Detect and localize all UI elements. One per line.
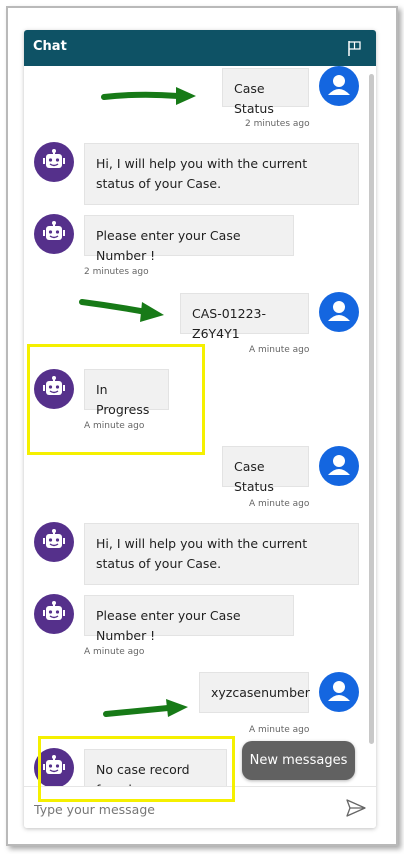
flag-icon[interactable] xyxy=(346,39,364,57)
bot-message-bubble: Please enter your Case Number ! xyxy=(84,595,294,643)
user-message-bubble: xyzcasenumber xyxy=(199,672,310,713)
user-message-bubble: Case Status xyxy=(222,68,309,116)
chat-title: Chat xyxy=(33,39,67,54)
highlight-box xyxy=(27,344,205,455)
send-icon[interactable] xyxy=(346,799,366,817)
message-text: Hi, I will help you with the current sta… xyxy=(96,156,308,191)
message-text: Case Status xyxy=(234,81,274,116)
bot-message-bubble: Hi, I will help you with the current sta… xyxy=(84,143,359,205)
scrollbar-thumb[interactable] xyxy=(369,74,374,744)
user-message-bubble: Case Status xyxy=(222,446,309,494)
bot-avatar-icon xyxy=(34,214,74,254)
message-text: xyzcasenumber xyxy=(211,685,310,700)
bot-avatar-icon xyxy=(34,594,74,634)
message-timestamp: A minute ago xyxy=(249,725,310,735)
message-timestamp: A minute ago xyxy=(249,345,310,355)
message-timestamp: 2 minutes ago xyxy=(245,119,310,129)
user-avatar-icon xyxy=(319,292,359,332)
arrow-annotation xyxy=(79,299,164,322)
message-text: Case Status xyxy=(234,459,274,494)
user-avatar-icon xyxy=(319,446,359,486)
arrow-annotation xyxy=(103,699,188,717)
chat-header: Chat xyxy=(24,30,376,66)
bot-message-bubble: Hi, I will help you with the current sta… xyxy=(84,523,359,585)
message-timestamp: A minute ago xyxy=(249,499,310,509)
user-avatar-icon xyxy=(319,66,359,106)
message-text: Please enter your Case Number ! xyxy=(96,608,241,643)
message-timestamp: 2 minutes ago xyxy=(84,267,149,277)
user-avatar-icon xyxy=(319,672,359,712)
highlight-box xyxy=(38,736,235,802)
user-message-bubble: CAS-01223-Z6Y4Y1 xyxy=(180,293,309,341)
bot-message-bubble: Please enter your Case Number ! xyxy=(84,215,294,263)
message-text: Please enter your Case Number ! xyxy=(96,228,241,263)
message-text: CAS-01223-Z6Y4Y1 xyxy=(192,306,266,341)
bot-avatar-icon xyxy=(34,522,74,562)
message-text: Hi, I will help you with the current sta… xyxy=(96,536,308,571)
arrow-annotation xyxy=(101,87,196,105)
bot-avatar-icon xyxy=(34,142,74,182)
new-messages-button[interactable]: New messages xyxy=(242,741,355,780)
message-timestamp: A minute ago xyxy=(84,647,145,657)
